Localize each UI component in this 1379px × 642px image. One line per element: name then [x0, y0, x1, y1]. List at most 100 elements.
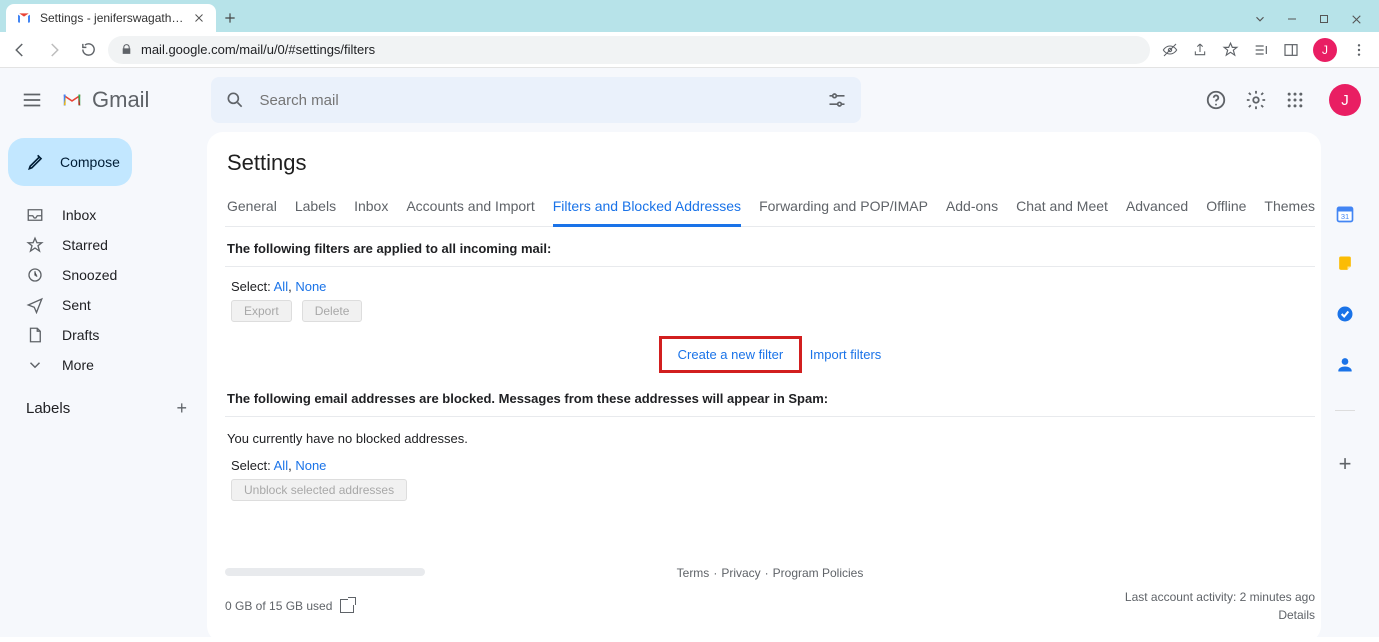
- contacts-icon[interactable]: [1335, 354, 1355, 374]
- tab-chat-meet[interactable]: Chat and Meet: [1016, 188, 1108, 226]
- forward-button[interactable]: [40, 36, 68, 64]
- tab-addons[interactable]: Add-ons: [946, 188, 998, 226]
- select-none-link[interactable]: None: [295, 279, 326, 294]
- browser-address-bar: mail.google.com/mail/u/0/#settings/filte…: [0, 32, 1379, 68]
- sidebar-item-sent[interactable]: Sent: [0, 290, 207, 320]
- sidebar-item-label: Starred: [62, 237, 108, 253]
- sidebar-item-more[interactable]: More: [0, 350, 207, 380]
- url-text: mail.google.com/mail/u/0/#settings/filte…: [141, 42, 375, 57]
- create-new-filter-link[interactable]: Create a new filter: [678, 347, 784, 362]
- sidebar-item-snoozed[interactable]: Snoozed: [0, 260, 207, 290]
- tasks-icon[interactable]: [1335, 304, 1355, 324]
- tab-offline[interactable]: Offline: [1206, 188, 1246, 226]
- chrome-menu-icon[interactable]: [1351, 42, 1367, 58]
- main-area: Settings General Labels Inbox Accounts a…: [207, 68, 1379, 637]
- svg-text:31: 31: [1341, 212, 1349, 221]
- add-label-icon[interactable]: +: [176, 398, 187, 419]
- search-box[interactable]: [211, 77, 861, 123]
- horizontal-scrollbar[interactable]: [225, 568, 425, 576]
- calendar-icon[interactable]: 31: [1335, 204, 1355, 224]
- program-policies-link[interactable]: Program Policies: [773, 566, 864, 580]
- select-row-filters: Select: All, None: [225, 279, 1315, 294]
- no-blocked-text: You currently have no blocked addresses.: [225, 431, 1315, 446]
- support-icon[interactable]: [1205, 89, 1227, 111]
- lock-icon: [120, 43, 133, 56]
- tab-forwarding[interactable]: Forwarding and POP/IMAP: [759, 188, 928, 226]
- close-tab-icon[interactable]: [192, 11, 206, 25]
- select-label: Select:: [231, 279, 274, 294]
- filter-links-row: Create a new filter Import filters: [225, 336, 1315, 373]
- tab-advanced[interactable]: Advanced: [1126, 188, 1188, 226]
- select-all-blocked-link[interactable]: All: [274, 458, 288, 473]
- new-tab-button[interactable]: [216, 4, 244, 32]
- share-icon[interactable]: [1192, 42, 1208, 58]
- labels-header: Labels +: [0, 380, 207, 419]
- sidebar-item-label: More: [62, 357, 94, 373]
- footer-links: Terms· Privacy· Program Policies: [677, 566, 864, 580]
- settings-gear-icon[interactable]: [1245, 89, 1267, 111]
- sidebar-item-inbox[interactable]: Inbox: [0, 200, 207, 230]
- create-filter-highlight: Create a new filter: [659, 336, 803, 373]
- open-external-icon[interactable]: [340, 599, 354, 613]
- close-window-icon[interactable]: [1349, 12, 1363, 26]
- sidebar-item-drafts[interactable]: Drafts: [0, 320, 207, 350]
- search-options-icon[interactable]: [827, 90, 847, 110]
- maximize-icon[interactable]: [1317, 12, 1331, 26]
- tab-accounts-import[interactable]: Accounts and Import: [406, 188, 534, 226]
- unblock-button[interactable]: Unblock selected addresses: [231, 479, 407, 501]
- import-filters-link[interactable]: Import filters: [810, 347, 882, 362]
- star-outline-icon: [26, 236, 44, 254]
- account-avatar[interactable]: J: [1329, 84, 1361, 116]
- labels-title: Labels: [26, 400, 70, 417]
- filters-applied-heading: The following filters are applied to all…: [225, 241, 1315, 256]
- reading-list-icon[interactable]: [1253, 42, 1269, 58]
- sidebar: Compose Inbox Starred Snoozed Sent Draft…: [0, 68, 207, 637]
- details-link[interactable]: Details: [1278, 608, 1315, 622]
- terms-link[interactable]: Terms: [677, 566, 710, 580]
- url-box[interactable]: mail.google.com/mail/u/0/#settings/filte…: [108, 36, 1150, 64]
- compose-label: Compose: [60, 154, 120, 170]
- search-input[interactable]: [259, 92, 813, 109]
- footer-right: Last account activity: 2 minutes ago Det…: [1125, 588, 1315, 624]
- rail-separator: [1335, 410, 1355, 411]
- header-right-icons: J: [1205, 84, 1379, 116]
- profile-avatar[interactable]: J: [1313, 38, 1337, 62]
- reload-button[interactable]: [74, 36, 102, 64]
- sent-icon: [26, 296, 44, 314]
- browser-tab[interactable]: Settings - jeniferswagathdj@gma: [6, 4, 216, 32]
- google-apps-icon[interactable]: [1285, 90, 1305, 110]
- select-row-blocked: Select: All, None: [225, 458, 1315, 473]
- tab-labels[interactable]: Labels: [295, 188, 336, 226]
- side-panel-icon[interactable]: [1283, 42, 1299, 58]
- select-all-link[interactable]: All: [274, 279, 288, 294]
- tab-filters-blocked[interactable]: Filters and Blocked Addresses: [553, 188, 741, 227]
- window-controls: [1253, 12, 1379, 32]
- tab-search-icon[interactable]: [1253, 12, 1267, 26]
- select-label: Select:: [231, 458, 274, 473]
- delete-button[interactable]: Delete: [302, 300, 363, 322]
- tab-themes[interactable]: Themes: [1264, 188, 1315, 226]
- sidebar-item-starred[interactable]: Starred: [0, 230, 207, 260]
- sidebar-item-label: Drafts: [62, 327, 99, 343]
- get-addons-icon[interactable]: +: [1339, 451, 1352, 477]
- storage-text: 0 GB of 15 GB used: [225, 599, 332, 613]
- keep-icon[interactable]: [1335, 254, 1355, 274]
- eye-off-icon[interactable]: [1162, 42, 1178, 58]
- star-icon[interactable]: [1222, 41, 1239, 58]
- compose-button[interactable]: Compose: [8, 138, 132, 186]
- select-none-blocked-link[interactable]: None: [295, 458, 326, 473]
- page-title: Settings: [225, 150, 1315, 176]
- sidebar-item-label: Inbox: [62, 207, 96, 223]
- storage-info: 0 GB of 15 GB used: [225, 599, 354, 613]
- settings-panel: Settings General Labels Inbox Accounts a…: [207, 132, 1321, 642]
- gmail-logo[interactable]: Gmail: [58, 87, 149, 113]
- export-button[interactable]: Export: [231, 300, 292, 322]
- right-side-panel: 31 +: [1321, 132, 1369, 637]
- gmail-favicon: [16, 10, 32, 26]
- main-menu-icon[interactable]: [12, 80, 52, 120]
- tab-general[interactable]: General: [227, 188, 277, 226]
- tab-inbox[interactable]: Inbox: [354, 188, 388, 226]
- privacy-link[interactable]: Privacy: [721, 566, 760, 580]
- minimize-icon[interactable]: [1285, 12, 1299, 26]
- back-button[interactable]: [6, 36, 34, 64]
